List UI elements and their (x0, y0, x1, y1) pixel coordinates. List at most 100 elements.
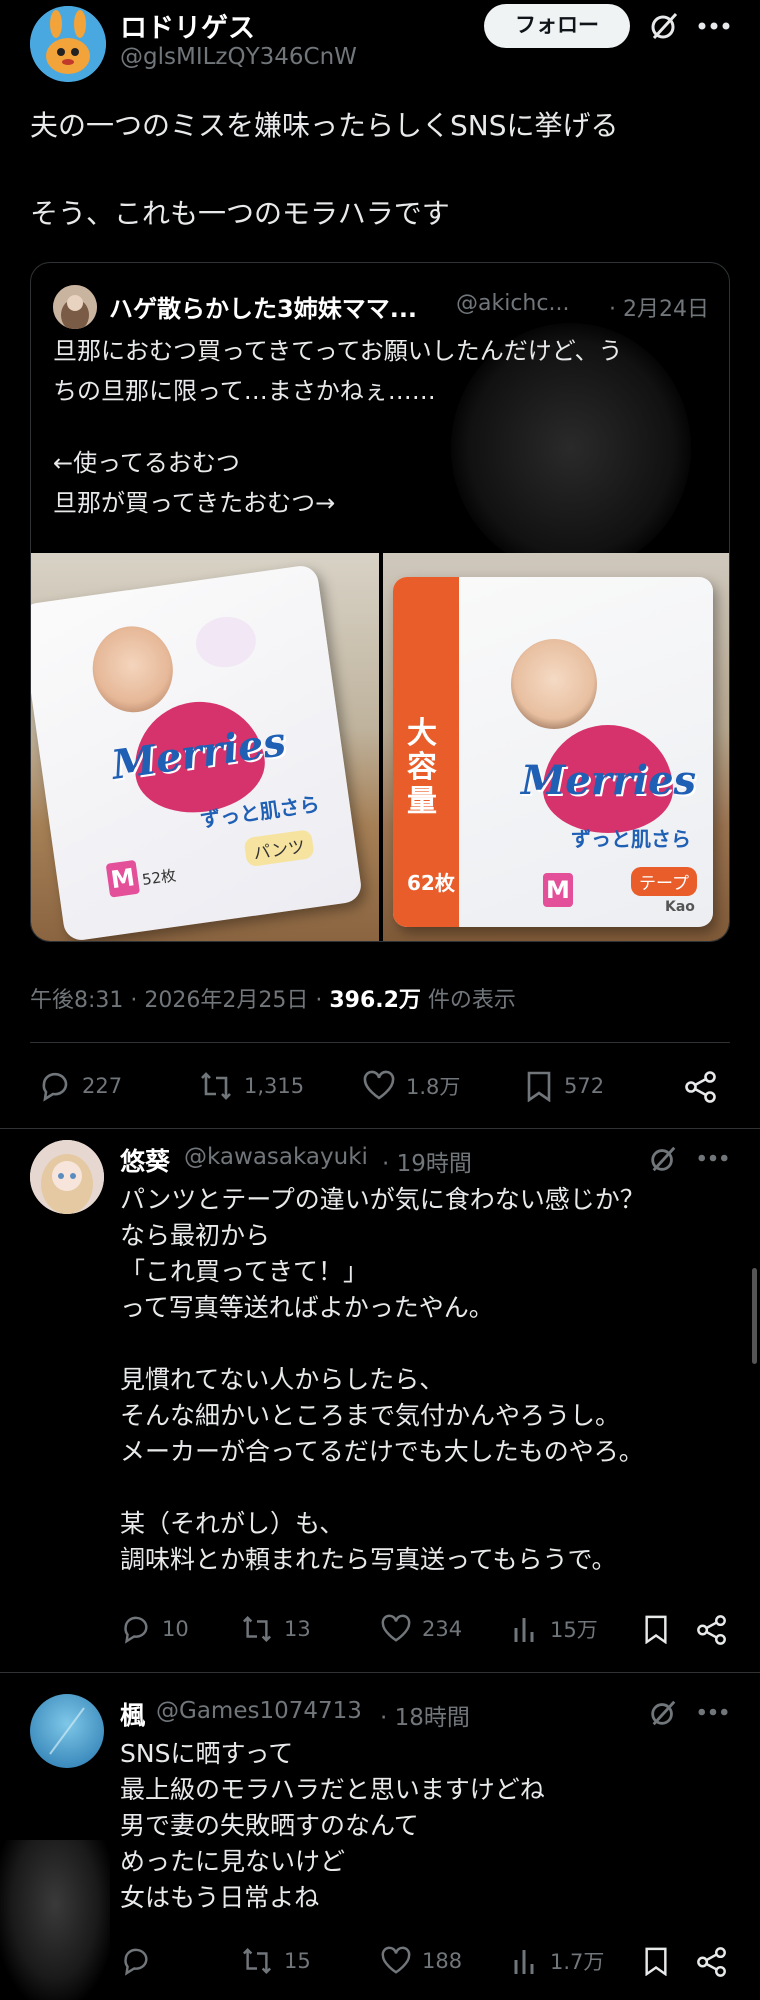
reply-body: SNSに晒すって 最上級のモラハラだと思いますけどね 男で妻の失敗晒すのなんて … (120, 1736, 730, 1916)
reply-count: 10 (162, 1617, 189, 1641)
heart-icon (380, 1614, 412, 1644)
views-icon (512, 1946, 540, 1976)
reply-line: パンツとテープの違いが気に食わない感じか？ (120, 1185, 645, 1214)
quote-author-name[interactable]: ハゲ散らかした3姉妹ママ... (109, 289, 417, 324)
divider (0, 1128, 760, 1129)
heart-icon (362, 1070, 396, 1102)
reply-line: めったに見ないけど (120, 1847, 346, 1876)
reply-line: 男で妻の失敗晒すのなんて (120, 1811, 419, 1840)
reply-count: 227 (82, 1074, 123, 1098)
share-icon[interactable] (696, 1614, 728, 1646)
repost-count: 1,315 (244, 1074, 305, 1098)
repost-icon (240, 1946, 274, 1976)
bookmark-icon[interactable] (642, 1946, 670, 1976)
more-options-icon[interactable] (698, 1708, 728, 1716)
count-right: 62枚 (407, 871, 455, 895)
like-action[interactable]: 234 (380, 1614, 462, 1644)
author-avatar[interactable] (30, 6, 106, 82)
author-handle[interactable]: @glsMILzQY346CnW (120, 44, 357, 70)
reply-author-handle[interactable]: @Games1074713 (156, 1698, 362, 1724)
reply-author-name[interactable]: 悠葵 (120, 1142, 170, 1178)
grok-icon[interactable] (648, 1144, 678, 1174)
scrollbar[interactable] (752, 1268, 757, 1364)
reply-action[interactable] (120, 1946, 162, 1976)
diaper-pack-image-left[interactable]: Merries ずっと肌さら M 52枚 パンツ (31, 553, 379, 941)
reply-author-name[interactable]: 楓 (120, 1696, 145, 1732)
reply-line: って写真等送ればよかったやん。 (120, 1293, 494, 1322)
reply-line: SNSに晒すって (120, 1739, 294, 1768)
reply-action[interactable]: 10 (120, 1614, 189, 1644)
quote-date[interactable]: · 2月24日 (609, 291, 709, 323)
follow-button[interactable]: フォロー (484, 4, 630, 48)
grok-icon[interactable] (648, 10, 680, 42)
baby-photo-right (511, 639, 597, 729)
size-badge-right: M (543, 873, 573, 907)
bookmark-count: 572 (564, 1074, 605, 1098)
diaper-pack-image-right[interactable]: 大容量 Merries ずっと肌さら M 62枚 テープ Kao (383, 553, 729, 941)
quote-author-avatar[interactable] (53, 285, 97, 329)
like-action[interactable]: 1.8万 (362, 1070, 460, 1102)
repost-action[interactable]: 15 (240, 1946, 311, 1976)
heart-icon (380, 1946, 412, 1976)
post-text-line1: 夫の一つのミスを嫌味ったらしくSNSに挙げる (30, 109, 619, 142)
type-badge-left: パンツ (243, 829, 315, 868)
reply-line: 見慣れてない人からしたら、 (120, 1365, 445, 1394)
repost-icon (198, 1070, 234, 1102)
merries-brand-right: Merries (521, 757, 697, 804)
like-action[interactable]: 188 (380, 1946, 462, 1976)
bookmark-icon (524, 1070, 554, 1102)
volume-band-label: 大容量 (407, 716, 437, 819)
reply-line: 「これ買ってきて！」 (120, 1257, 369, 1286)
divider (30, 1042, 730, 1043)
more-options-icon[interactable] (698, 1154, 728, 1162)
author-name[interactable]: ロドリゲス (120, 6, 255, 45)
post-meta: 午後8:31 · 2026年2月25日 · 396.2万 件の表示 (30, 982, 516, 1014)
repost-action[interactable]: 1,315 (198, 1070, 304, 1102)
quote-text-line2: ちの旦那に限って…まさかねぇ…… (53, 377, 436, 405)
post-text-line2: そう、これも一つのモラハラです (30, 197, 450, 230)
repost-action[interactable]: 13 (240, 1614, 311, 1644)
share-icon[interactable] (696, 1946, 728, 1978)
reply-line: 調味料とか頼まれたら写真送ってもらうで。 (120, 1545, 617, 1574)
views-action[interactable]: 15万 (512, 1614, 598, 1644)
grok-icon[interactable] (648, 1698, 678, 1728)
post-timestamp[interactable]: 午後8:31 · 2026年2月25日 · (30, 988, 329, 1013)
reply-icon (38, 1070, 72, 1102)
reply-line: なら最初から (120, 1221, 271, 1250)
views-count: 1.7万 (550, 1950, 605, 1974)
size-badge-left: M (105, 859, 141, 898)
background-figure-image (0, 1840, 110, 2000)
reply-line: 女はもう日常よね (120, 1883, 320, 1912)
quote-author-handle[interactable]: @akichc... (456, 291, 569, 316)
repost-icon (240, 1614, 274, 1644)
reply-icon (120, 1946, 152, 1976)
bookmark-icon[interactable] (642, 1614, 670, 1644)
reply-time[interactable]: · 18時間 (380, 1698, 470, 1732)
reply-line: そんな細かいところまで気付かんやろうし。 (120, 1401, 621, 1430)
like-count: 234 (422, 1617, 463, 1641)
views-count: 15万 (550, 1618, 598, 1642)
reply-author-handle[interactable]: @kawasakayuki (184, 1144, 368, 1170)
bookmark-action[interactable]: 572 (524, 1070, 604, 1102)
type-badge-right: テープ (631, 867, 697, 896)
reply-line (120, 1470, 730, 1506)
views-count[interactable]: 396.2万 (329, 988, 421, 1013)
reply-author-avatar[interactable] (30, 1140, 104, 1214)
views-action[interactable]: 1.7万 (512, 1946, 604, 1976)
quoted-post[interactable]: ハゲ散らかした3姉妹ママ... @akichc... · 2月24日 旦那におむ… (30, 262, 730, 942)
reply-time[interactable]: · 19時間 (382, 1144, 472, 1178)
like-count: 1.8万 (406, 1075, 461, 1099)
share-icon[interactable] (684, 1070, 718, 1104)
reply-icon (120, 1614, 152, 1644)
reply-author-avatar[interactable] (30, 1694, 104, 1768)
quote-text-line3: ←使ってるおむつ (53, 449, 240, 477)
more-options-icon[interactable] (698, 22, 730, 30)
reply-line: 最上級のモラハラだと思いますけどね (120, 1775, 545, 1804)
reply-action[interactable]: 227 (38, 1070, 122, 1102)
views-icon (512, 1614, 540, 1644)
repost-count: 13 (284, 1617, 311, 1641)
tagline-right: ずっと肌さら (571, 827, 691, 851)
reply-body: パンツとテープの違いが気に食わない感じか？ なら最初から 「これ買ってきて！」 … (120, 1182, 730, 1578)
reply-line: 某（それがし）も、 (120, 1509, 345, 1538)
baby-photo-left (87, 621, 179, 718)
